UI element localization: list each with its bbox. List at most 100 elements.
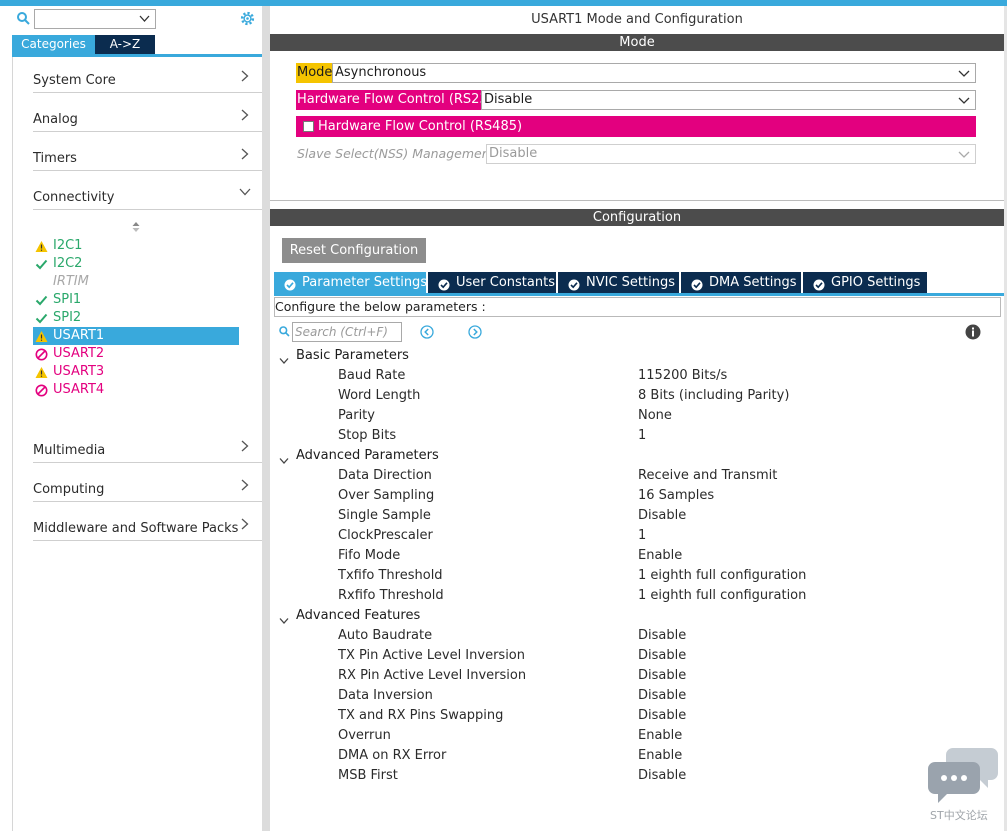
- tab-user-constants[interactable]: User Constants: [428, 272, 556, 293]
- parameter-row[interactable]: MSB First Disable: [270, 766, 1004, 786]
- peripheral-usart2[interactable]: USART2: [33, 345, 239, 363]
- parameter-value[interactable]: Receive and Transmit: [638, 466, 777, 486]
- hwfc-rs232-select[interactable]: Disable: [481, 90, 976, 110]
- parameter-name: Rxfifo Threshold: [338, 588, 444, 603]
- hwfc-rs485-label: Hardware Flow Control (RS485): [318, 119, 523, 134]
- hwfc-rs485-checkbox[interactable]: [303, 121, 314, 132]
- parameter-value[interactable]: 1: [638, 526, 646, 546]
- parameter-row[interactable]: Parity None: [270, 406, 1004, 426]
- parameter-row[interactable]: Txfifo Threshold 1 eighth full configurat…: [270, 566, 1004, 586]
- peripheral-usart3[interactable]: USART3: [33, 363, 239, 381]
- parameter-value[interactable]: Enable: [638, 546, 682, 566]
- tab-gpio-settings[interactable]: GPIO Settings: [803, 272, 927, 293]
- category-label: Analog: [33, 112, 78, 127]
- pane-splitter[interactable]: [262, 6, 270, 831]
- tab-categories[interactable]: Categories: [12, 35, 95, 54]
- parameter-row[interactable]: Data Direction Receive and Transmit: [270, 466, 1004, 486]
- parameter-value[interactable]: None: [638, 406, 672, 426]
- parameter-value[interactable]: Disable: [638, 666, 686, 686]
- category-label: System Core: [33, 73, 116, 88]
- category-label: Multimedia: [33, 443, 106, 458]
- previous-match-icon[interactable]: [420, 325, 434, 342]
- parameter-search-input[interactable]: Search (Ctrl+F): [292, 322, 402, 342]
- category-timers[interactable]: Timers: [33, 145, 263, 171]
- peripheral-label: USART4: [53, 382, 105, 397]
- info-icon[interactable]: [965, 324, 981, 343]
- configure-hint: Configure the below parameters :: [274, 297, 1001, 317]
- mode-configuration-pane: USART1 Mode and Configuration Mode Mode …: [270, 6, 1007, 831]
- peripheral-label: SPI2: [53, 310, 82, 325]
- search-combobox[interactable]: [34, 9, 156, 29]
- parameter-value[interactable]: Enable: [638, 726, 682, 746]
- parameter-row[interactable]: Word Length 8 Bits (including Parity): [270, 386, 1004, 406]
- parameter-value[interactable]: Disable: [638, 626, 686, 646]
- next-match-icon[interactable]: [468, 325, 482, 342]
- tab-a-to-z[interactable]: A->Z: [95, 35, 155, 54]
- parameter-row[interactable]: ClockPrescaler 1: [270, 526, 1004, 546]
- parameter-row[interactable]: Single Sample Disable: [270, 506, 1004, 526]
- peripheral-usart1[interactable]: USART1: [33, 327, 239, 345]
- sort-icon[interactable]: [131, 221, 141, 236]
- tab-nvic-settings[interactable]: NVIC Settings: [558, 272, 679, 293]
- peripheral-label: SPI1: [53, 292, 82, 307]
- category-connectivity[interactable]: Connectivity: [33, 184, 263, 210]
- tab-dma-settings[interactable]: DMA Settings: [681, 272, 801, 293]
- parameter-value[interactable]: 1 eighth full configuration: [638, 566, 806, 586]
- parameter-row[interactable]: Overrun Enable: [270, 726, 1004, 746]
- parameter-value[interactable]: 8 Bits (including Parity): [638, 386, 789, 406]
- tab-label: GPIO Settings: [831, 275, 921, 290]
- chevron-down-icon: [239, 185, 251, 200]
- parameter-value[interactable]: 16 Samples: [638, 486, 714, 506]
- peripheral-irtim[interactable]: IRTIM: [33, 273, 239, 291]
- parameter-row[interactable]: Fifo Mode Enable: [270, 546, 1004, 566]
- parameter-value[interactable]: Disable: [638, 506, 686, 526]
- parameter-group-row[interactable]: Advanced Features: [270, 606, 1004, 626]
- parameter-group-label: Advanced Features: [296, 608, 421, 623]
- parameter-row[interactable]: Over Sampling 16 Samples: [270, 486, 1004, 506]
- tab-parameter-settings[interactable]: Parameter Settings: [274, 272, 427, 293]
- parameter-row[interactable]: Auto Baudrate Disable: [270, 626, 1004, 646]
- mode-select[interactable]: Asynchronous: [332, 63, 976, 83]
- chevron-right-icon: [241, 148, 249, 164]
- reset-configuration-button[interactable]: Reset Configuration: [282, 238, 426, 263]
- parameter-value[interactable]: 1: [638, 426, 646, 446]
- parameter-value[interactable]: Enable: [638, 746, 682, 766]
- nss-label: Slave Select(NSS) Management: [297, 146, 495, 161]
- parameter-value[interactable]: Disable: [638, 646, 686, 666]
- category-analog[interactable]: Analog: [33, 106, 263, 132]
- parameter-row[interactable]: DMA on RX Error Enable: [270, 746, 1004, 766]
- parameter-row[interactable]: TX Pin Active Level Inversion Disable: [270, 646, 1004, 666]
- parameter-value[interactable]: 1 eighth full configuration: [638, 586, 806, 606]
- peripheral-spi1[interactable]: SPI1: [33, 291, 239, 309]
- peripheral-i2c1[interactable]: I2C1: [33, 237, 239, 255]
- category-computing[interactable]: Computing: [33, 476, 263, 502]
- category-multimedia[interactable]: Multimedia: [33, 437, 263, 463]
- nss-select[interactable]: Disable: [486, 144, 976, 164]
- peripheral-spi2[interactable]: SPI2: [33, 309, 239, 327]
- parameter-group-row[interactable]: Basic Parameters: [270, 346, 1004, 366]
- category-system-core[interactable]: System Core: [33, 67, 263, 93]
- parameter-group-label: Basic Parameters: [296, 348, 409, 363]
- parameter-value[interactable]: Disable: [638, 706, 686, 726]
- parameter-value[interactable]: Disable: [638, 766, 686, 786]
- category-middleware[interactable]: Middleware and Software Packs: [33, 515, 263, 541]
- peripheral-usart4[interactable]: USART4: [33, 381, 239, 399]
- peripheral-i2c2[interactable]: I2C2: [33, 255, 239, 273]
- parameter-row[interactable]: Data Inversion Disable: [270, 686, 1004, 706]
- parameter-name: Txfifo Threshold: [338, 568, 443, 583]
- mode-panel: Mode Asynchronous Hardware Flow Control …: [270, 51, 1004, 201]
- gear-icon[interactable]: [239, 10, 256, 30]
- parameter-group-row[interactable]: Advanced Parameters: [270, 446, 1004, 466]
- parameter-value[interactable]: Disable: [638, 686, 686, 706]
- mode-section-header: Mode: [270, 34, 1004, 51]
- page-title: USART1 Mode and Configuration: [531, 12, 743, 27]
- parameter-row[interactable]: TX and RX Pins Swapping Disable: [270, 706, 1004, 726]
- search-icon[interactable]: [17, 12, 30, 28]
- parameter-row[interactable]: RX Pin Active Level Inversion Disable: [270, 666, 1004, 686]
- parameter-row[interactable]: Rxfifo Threshold 1 eighth full configurat…: [270, 586, 1004, 606]
- parameter-value[interactable]: 115200 Bits/s: [638, 366, 727, 386]
- parameter-row[interactable]: Stop Bits 1: [270, 426, 1004, 446]
- hwfc-rs485-checkbox-row[interactable]: Hardware Flow Control (RS485): [296, 116, 976, 137]
- nss-value: Disable: [489, 146, 538, 161]
- parameter-row[interactable]: Baud Rate 115200 Bits/s: [270, 366, 1004, 386]
